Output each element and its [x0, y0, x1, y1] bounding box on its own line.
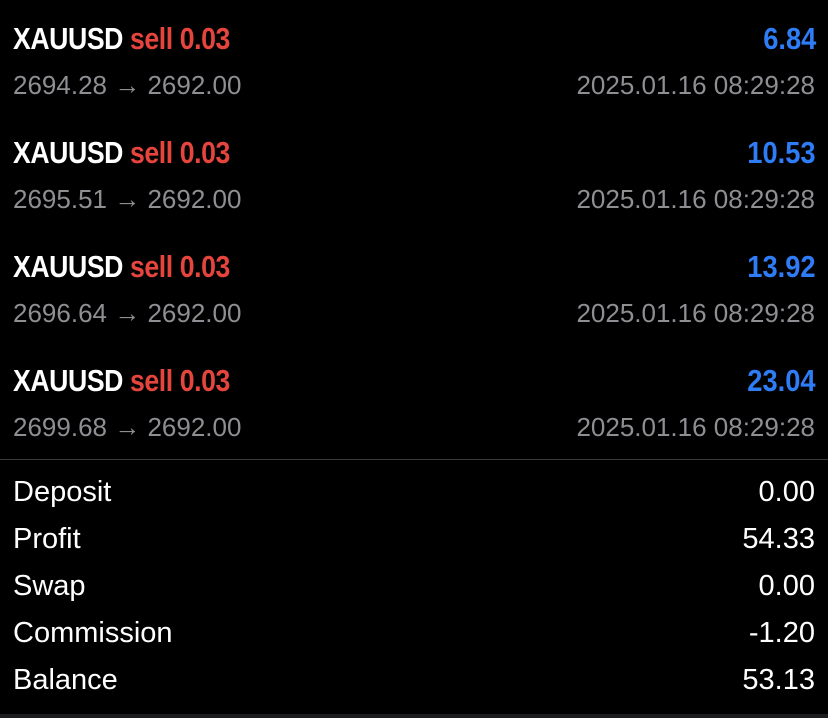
trade-close-price: 2692.00: [147, 184, 242, 214]
account-summary: Deposit 0.00 Profit 54.33 Swap 0.00 Comm…: [0, 468, 828, 703]
summary-label: Balance: [13, 664, 118, 696]
trade-close-price: 2692.00: [147, 412, 242, 442]
trade-time: 2025.01.16 08:29:28: [576, 184, 815, 214]
trade-prices: 2696.64 → 2692.00: [13, 296, 241, 330]
summary-row-deposit: Deposit 0.00: [0, 468, 828, 515]
summary-value: 0.00: [758, 476, 815, 508]
trade-time: 2025.01.16 08:29:28: [576, 412, 815, 442]
trade-side: sell: [129, 249, 173, 284]
summary-value: 54.33: [742, 523, 815, 555]
right-arrow-icon: →: [114, 412, 141, 442]
right-arrow-icon: →: [114, 184, 141, 214]
trade-profit: 13.92: [747, 249, 816, 284]
summary-value: -1.20: [748, 617, 815, 649]
summary-label: Deposit: [13, 476, 112, 508]
trade-symbol: XAUUSD: [13, 249, 123, 284]
trade-side: sell: [129, 363, 173, 398]
trade-row[interactable]: XAUUSD sell 0.03 10.53 2695.51 → 2692.00…: [0, 114, 828, 228]
trade-row[interactable]: XAUUSD sell 0.03 13.92 2696.64 → 2692.00…: [0, 228, 828, 342]
summary-label: Commission: [13, 617, 173, 649]
trade-open-price: 2694.28: [13, 70, 107, 100]
summary-value: 53.13: [742, 664, 815, 696]
summary-row-commission: Commission -1.20: [0, 609, 828, 656]
trade-side: sell: [129, 21, 173, 56]
trade-open-price: 2695.51: [13, 184, 107, 214]
trade-symbol: XAUUSD: [13, 21, 123, 56]
trade-prices: 2699.68 → 2692.00: [13, 410, 241, 444]
summary-row-profit: Profit 54.33: [0, 515, 828, 562]
right-arrow-icon: →: [114, 298, 141, 328]
summary-row-swap: Swap 0.00: [0, 562, 828, 609]
trade-open-price: 2699.68: [13, 412, 107, 442]
trade-close-price: 2692.00: [147, 70, 242, 100]
trade-row[interactable]: XAUUSD sell 0.03 6.84 2694.28 → 2692.00 …: [0, 0, 828, 114]
trade-title: XAUUSD sell 0.03: [13, 361, 230, 401]
trade-symbol: XAUUSD: [13, 135, 123, 170]
right-arrow-icon: →: [114, 70, 141, 100]
trade-profit: 6.84: [762, 21, 816, 56]
section-divider: [0, 459, 828, 460]
summary-row-balance: Balance 53.13: [0, 656, 828, 703]
trade-profit: 23.04: [747, 363, 816, 398]
trade-profit: 10.53: [747, 135, 816, 170]
trade-title: XAUUSD sell 0.03: [13, 19, 230, 59]
trade-history-list: XAUUSD sell 0.03 6.84 2694.28 → 2692.00 …: [0, 0, 828, 456]
trade-side: sell: [129, 135, 173, 170]
trade-title: XAUUSD sell 0.03: [13, 133, 230, 173]
summary-value: 0.00: [758, 570, 815, 602]
trade-close-price: 2692.00: [147, 298, 242, 328]
trade-time: 2025.01.16 08:29:28: [576, 298, 815, 328]
bottom-divider: [0, 714, 828, 718]
trade-lots: 0.03: [179, 21, 231, 56]
trade-lots: 0.03: [179, 363, 231, 398]
trade-row[interactable]: XAUUSD sell 0.03 23.04 2699.68 → 2692.00…: [0, 342, 828, 456]
summary-label: Swap: [13, 570, 86, 602]
trade-lots: 0.03: [179, 135, 231, 170]
summary-label: Profit: [13, 523, 81, 555]
trade-time: 2025.01.16 08:29:28: [576, 70, 815, 100]
trade-lots: 0.03: [179, 249, 231, 284]
trade-prices: 2694.28 → 2692.00: [13, 68, 241, 102]
trade-symbol: XAUUSD: [13, 363, 123, 398]
trade-title: XAUUSD sell 0.03: [13, 247, 230, 287]
trade-prices: 2695.51 → 2692.00: [13, 182, 241, 216]
trade-open-price: 2696.64: [13, 298, 107, 328]
